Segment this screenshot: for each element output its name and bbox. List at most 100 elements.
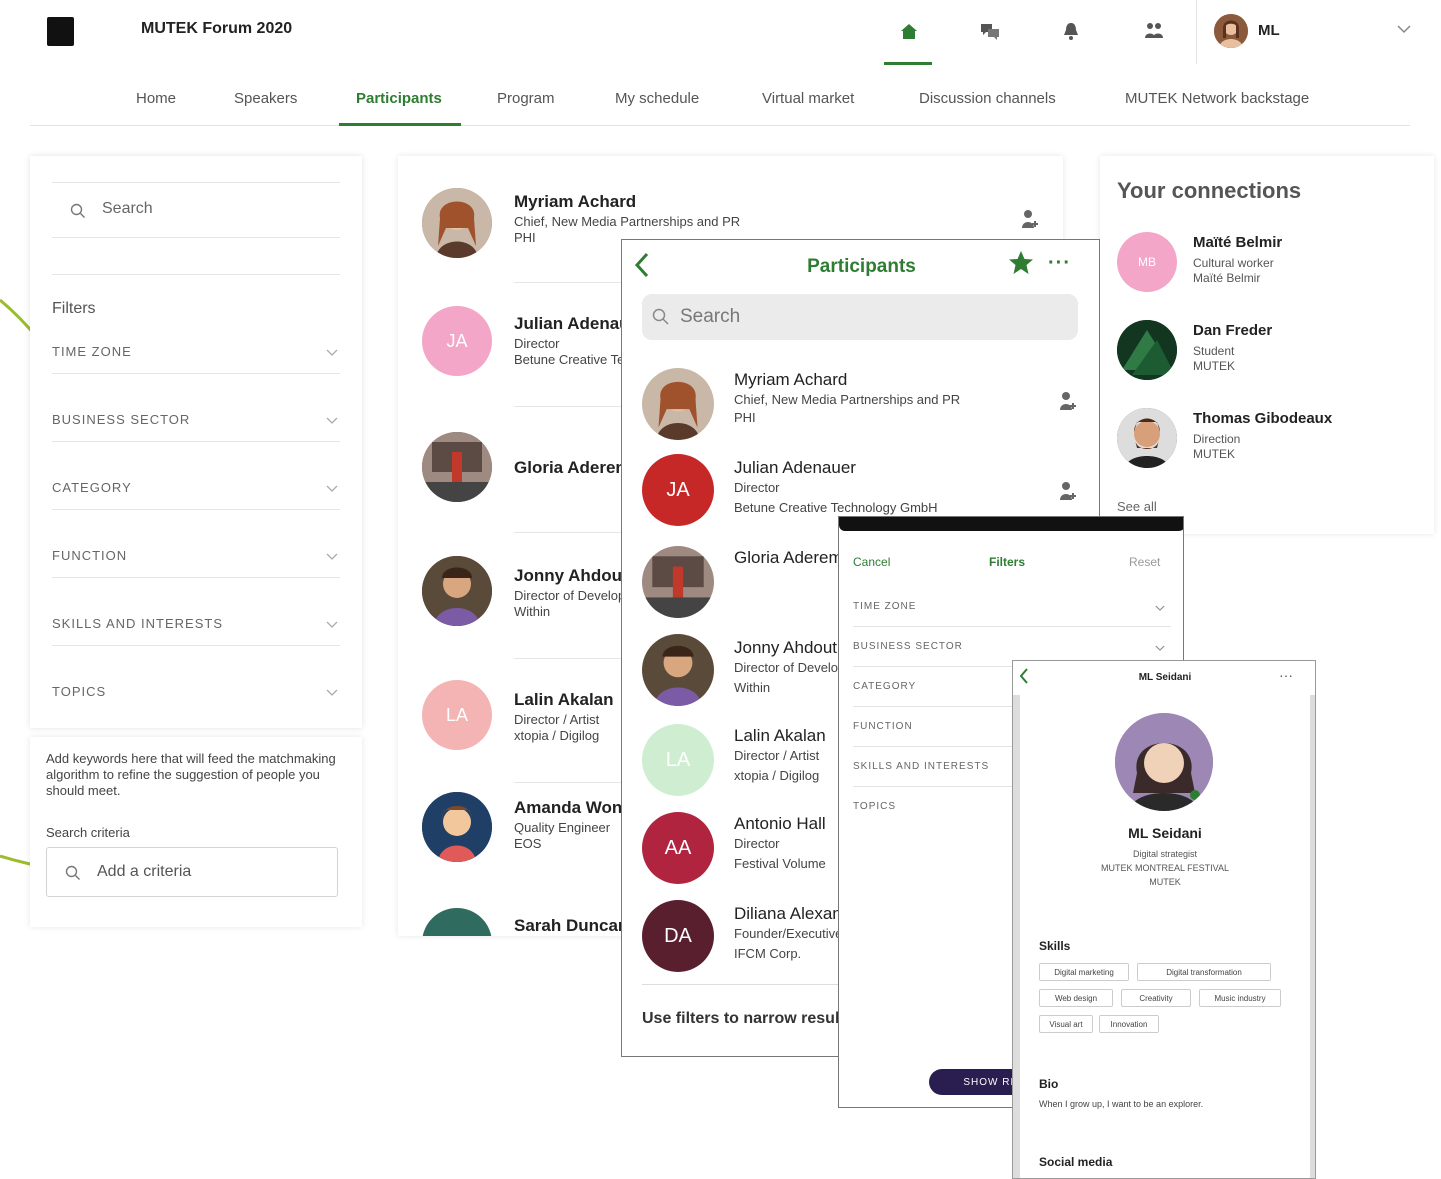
connection-company: Maïté Belmir	[1193, 271, 1261, 285]
tab-virtual-market[interactable]: Virtual market	[762, 90, 854, 107]
tab-my-schedule[interactable]: My schedule	[615, 90, 699, 107]
participant-name: Gloria Aderemi	[734, 548, 847, 567]
avatar	[422, 556, 492, 626]
filter-label: SKILLS AND INTERESTS	[853, 761, 990, 772]
participant-company: xtopia / Digilog	[734, 768, 820, 783]
filter-label: SKILLS AND INTERESTS	[52, 616, 223, 631]
skill-chip: Creativity	[1121, 989, 1191, 1007]
bell-icon[interactable]	[1058, 18, 1084, 44]
filters-hint[interactable]: Use filters to narrow results	[642, 1010, 854, 1028]
filter-label: BUSINESS SECTOR	[853, 641, 963, 652]
filter-label: TIME ZONE	[853, 601, 917, 612]
cancel-button[interactable]: Cancel	[853, 555, 890, 569]
avatar: MB	[1117, 232, 1177, 292]
connection-name: Dan Freder	[1193, 322, 1273, 339]
people-icon[interactable]	[1141, 18, 1167, 44]
participant-company: Betune Creative Technology GmbH	[734, 500, 938, 515]
tab-speakers[interactable]: Speakers	[234, 90, 297, 107]
avatar-initials: DA	[664, 924, 692, 947]
add-connection-icon[interactable]	[1058, 390, 1078, 417]
avatar: JA	[642, 454, 714, 526]
bio-heading: Bio	[1039, 1077, 1059, 1091]
connection-item[interactable]: MB Maïté Belmir Cultural worker Maïté Be…	[1117, 232, 1417, 312]
chevron-down-icon	[326, 480, 338, 498]
avatar	[642, 634, 714, 706]
more-icon[interactable]: ···	[1279, 667, 1293, 683]
filter-label: TIME ZONE	[52, 344, 132, 359]
avatar-initials: JA	[446, 330, 468, 351]
avatar: JA	[422, 306, 492, 376]
tab-discussion-channels[interactable]: Discussion channels	[919, 90, 1056, 107]
avatar-initials: LA	[445, 704, 469, 725]
participant-name: Julian Adenauer	[734, 458, 856, 477]
criteria-label: Search criteria	[46, 825, 130, 840]
filter-function[interactable]: FUNCTION	[52, 532, 340, 578]
connections-panel: Your connections MB Maïté Belmir Cultura…	[1100, 156, 1434, 534]
filter-label: CATEGORY	[52, 480, 132, 495]
filter-label: FUNCTION	[52, 548, 128, 563]
connection-item[interactable]: Dan Freder Student MUTEK	[1117, 320, 1417, 400]
tab-home[interactable]: Home	[136, 90, 176, 107]
connection-company: MUTEK	[1193, 359, 1235, 373]
avatar: LA	[422, 680, 492, 750]
participant-name: Sarah Duncan	[514, 916, 629, 935]
participant-title: Director / Artist	[514, 712, 600, 727]
search-input[interactable]: Search	[52, 182, 340, 238]
app-logo[interactable]	[47, 17, 74, 46]
star-icon[interactable]	[1008, 250, 1034, 281]
avatar	[1117, 408, 1177, 468]
participant-name: Gloria Aderemi	[514, 458, 636, 477]
chevron-down-icon	[326, 344, 338, 362]
add-connection-icon[interactable]	[1058, 480, 1078, 507]
tab-participants[interactable]: Participants	[356, 90, 442, 107]
connection-name: Thomas Gibodeaux	[1193, 410, 1333, 427]
participant-company: xtopia / Digilog	[514, 728, 600, 743]
user-initials[interactable]: ML	[1258, 22, 1280, 39]
participant-title: Director	[734, 480, 780, 495]
chevron-down-icon	[326, 412, 338, 430]
filter-time-zone[interactable]: TIME ZONE	[853, 587, 1171, 627]
reset-button[interactable]: Reset	[1129, 555, 1160, 569]
list-item[interactable]: Myriam Achard Chief, New Media Partnersh…	[622, 368, 1099, 456]
participant-title: Director	[734, 836, 780, 851]
participant-name: Lalin Akalan	[514, 690, 614, 709]
chevron-down-icon[interactable]	[1396, 22, 1412, 40]
bio-text: When I grow up, I want to be an explorer…	[1039, 1099, 1204, 1109]
filter-category[interactable]: CATEGORY	[52, 464, 340, 510]
participant-title: Director / Artist	[734, 748, 820, 763]
filter-business-sector[interactable]: BUSINESS SECTOR	[52, 396, 340, 442]
participant-company: PHI	[514, 230, 536, 245]
chat-icon[interactable]	[977, 18, 1003, 44]
filter-panel: Search Filters TIME ZONE BUSINESS SECTOR…	[30, 156, 362, 728]
avatar	[1117, 320, 1177, 380]
filter-skills-and-interests[interactable]: SKILLS AND INTERESTS	[52, 600, 340, 646]
skill-chip: Visual art	[1039, 1015, 1093, 1033]
profile-organization: MUTEK MONTREAL FESTIVAL	[1100, 863, 1230, 873]
profile-company: MUTEK	[1149, 877, 1181, 887]
more-icon[interactable]: ···	[1048, 252, 1071, 275]
connection-item[interactable]: Thomas Gibodeaux Direction MUTEK	[1117, 408, 1417, 488]
search-icon	[65, 865, 81, 886]
participant-title: Chief, New Media Partnerships and PR	[734, 392, 961, 407]
profile-name: ML Seidani	[1128, 825, 1202, 841]
profile-role: Digital strategist	[1132, 849, 1198, 859]
mobile-profile-screen: ML Seidani ··· ML Seidani Digital strate…	[1012, 660, 1316, 1179]
see-all-link[interactable]: See all	[1117, 499, 1157, 514]
home-icon[interactable]	[896, 18, 922, 44]
criteria-input[interactable]: Add a criteria	[46, 847, 338, 897]
avatar[interactable]	[1214, 14, 1248, 48]
tab-mutek-network-backstage[interactable]: MUTEK Network backstage	[1125, 90, 1309, 107]
app-title: MUTEK Forum 2020	[141, 20, 293, 37]
search-criteria-panel: Add keywords here that will feed the mat…	[30, 737, 362, 927]
search-placeholder: Search	[102, 200, 153, 217]
skill-chip: Digital transformation	[1137, 963, 1271, 981]
filter-topics[interactable]: TOPICS	[52, 668, 340, 714]
connection-title: Cultural worker	[1193, 256, 1274, 270]
skill-chip: Digital marketing	[1039, 963, 1129, 981]
add-connection-icon[interactable]	[1020, 208, 1040, 235]
connection-title: Direction	[1193, 432, 1241, 446]
participant-name: Myriam Achard	[514, 192, 637, 211]
filter-time-zone[interactable]: TIME ZONE	[52, 328, 340, 374]
tab-program[interactable]: Program	[497, 90, 555, 107]
search-input[interactable]: Search	[642, 294, 1078, 340]
